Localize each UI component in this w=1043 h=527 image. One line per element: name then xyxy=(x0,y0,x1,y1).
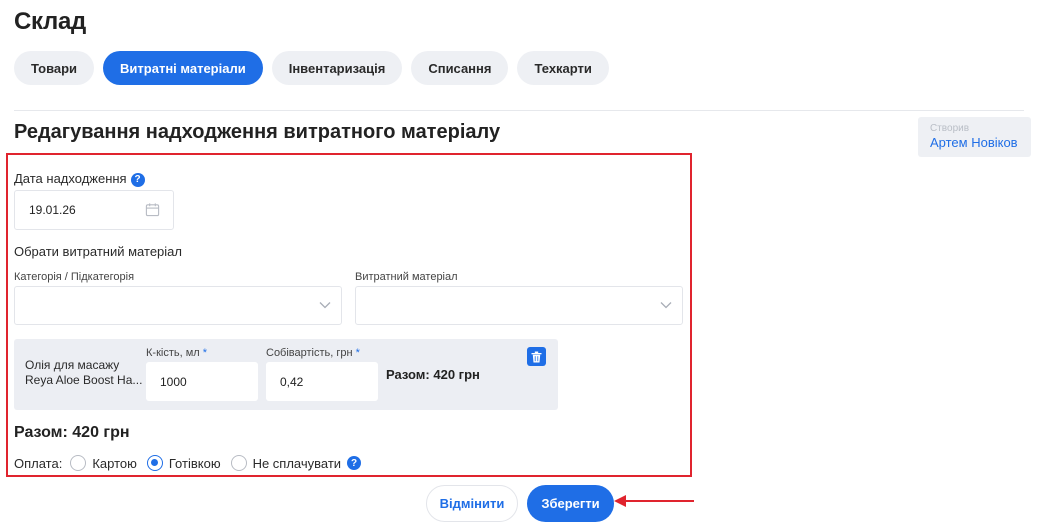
cost-label: Собівартість, грн xyxy=(266,347,353,359)
help-icon[interactable]: ? xyxy=(347,456,362,470)
delete-item-button[interactable] xyxy=(527,347,546,366)
qty-value: 1000 xyxy=(160,374,187,389)
material-item-card: Олія для масажу Reya Aloe Boost Ha... К-… xyxy=(14,339,558,410)
form-title: Редагування надходження витратного матер… xyxy=(14,121,501,143)
cost-label-row: Собівартість, грн * xyxy=(266,347,360,359)
payment-none-radio[interactable] xyxy=(230,455,247,471)
item-name: Олія для масажу Reya Aloe Boost Ha... xyxy=(25,358,143,387)
date-value: 19.01.26 xyxy=(29,203,76,217)
payment-label: Оплата: xyxy=(14,455,63,471)
category-select[interactable] xyxy=(14,286,342,325)
tab-write-off[interactable]: Списання xyxy=(411,51,509,85)
divider xyxy=(14,110,1024,111)
qty-input[interactable]: 1000 xyxy=(146,362,258,401)
qty-label: К-кість, мл xyxy=(146,347,200,359)
tab-goods[interactable]: Товари xyxy=(14,51,95,85)
arrow-left-icon xyxy=(614,495,694,507)
payment-group: Оплата: Картою Готівкою Не сплачувати ? xyxy=(14,455,362,471)
page-title: Склад xyxy=(14,8,86,35)
date-label-row: Дата надходження? xyxy=(14,171,145,187)
payment-none-label[interactable]: Не сплачувати xyxy=(253,456,342,471)
category-label: Категорія / Підкатегорія xyxy=(14,271,135,283)
cost-input[interactable]: 0,42 xyxy=(266,362,378,401)
payment-cash-radio[interactable] xyxy=(146,455,163,471)
chevron-down-icon xyxy=(319,302,331,309)
save-button[interactable]: Зберегти xyxy=(527,485,614,522)
total-sum: Разом: 420 грн xyxy=(14,424,130,441)
cost-value: 0,42 xyxy=(280,374,304,389)
date-label: Дата надходження xyxy=(14,171,127,186)
material-select[interactable] xyxy=(355,286,683,325)
payment-card-label[interactable]: Картою xyxy=(92,456,137,471)
choose-material-label: Обрати витратний матеріал xyxy=(14,244,182,259)
payment-cash-label[interactable]: Готівкою xyxy=(169,456,221,471)
creator-label: Створив xyxy=(930,123,970,134)
tab-tech-cards[interactable]: Техкарти xyxy=(517,51,609,85)
help-icon[interactable]: ? xyxy=(130,172,145,187)
creator-name[interactable]: Артем Новіков xyxy=(930,135,1031,150)
payment-card-radio[interactable] xyxy=(70,455,87,471)
calendar-icon[interactable] xyxy=(145,202,160,217)
tab-consumables[interactable]: Витратні матеріали xyxy=(103,51,263,85)
date-input[interactable]: 19.01.26 xyxy=(14,190,174,230)
trash-icon xyxy=(531,351,542,362)
tab-bar: Товари Витратні матеріали Інвентаризація… xyxy=(14,51,609,85)
cancel-button[interactable]: Відмінити xyxy=(426,485,518,522)
chevron-down-icon xyxy=(660,302,672,309)
line-total: Разом: 420 грн xyxy=(386,367,480,382)
qty-label-row: К-кість, мл * xyxy=(146,347,208,359)
creator-badge: Створив Артем Новіков xyxy=(918,117,1031,157)
material-label: Витратний матеріал xyxy=(355,271,458,283)
tab-inventory[interactable]: Інвентаризація xyxy=(271,51,403,85)
